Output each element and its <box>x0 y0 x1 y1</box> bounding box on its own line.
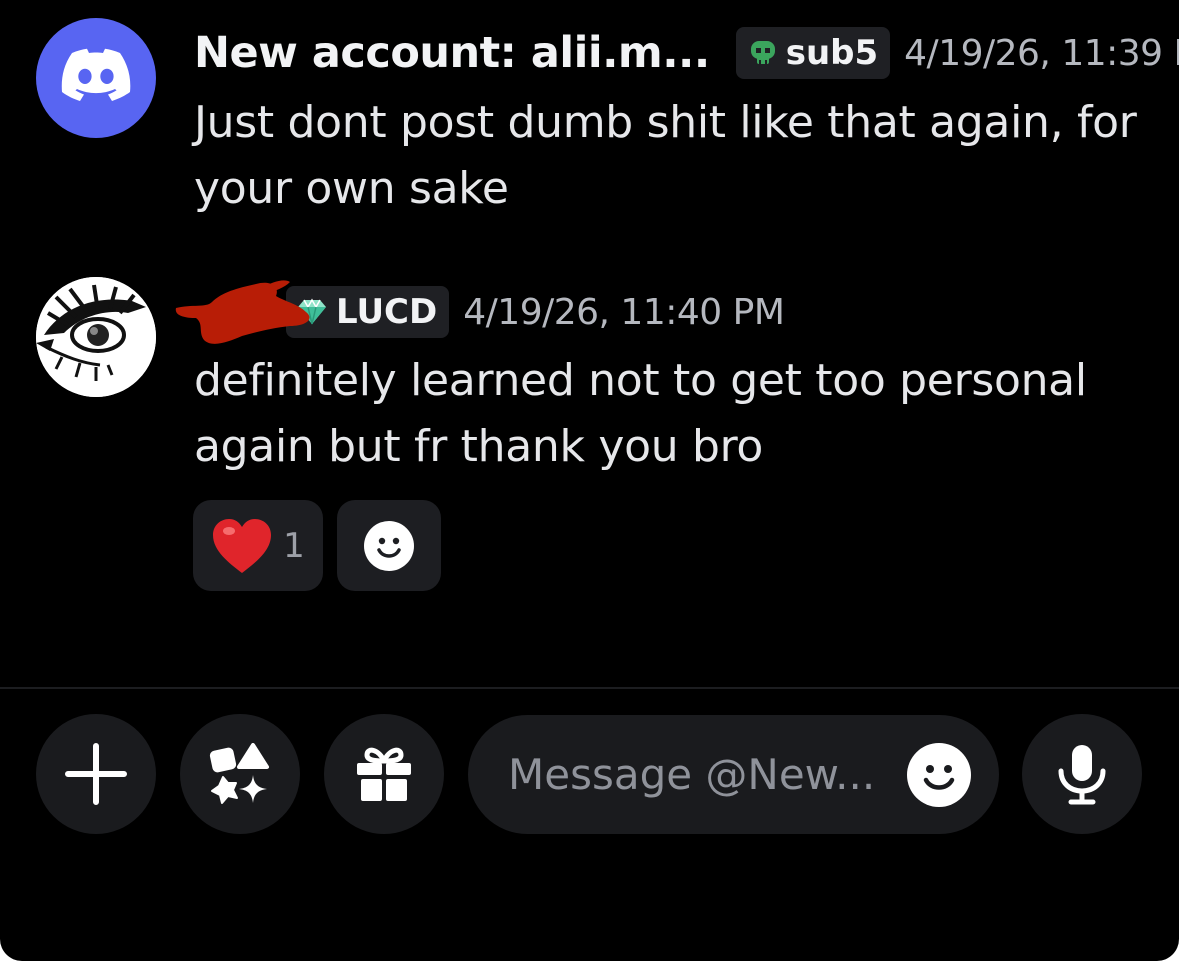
voice-message-button[interactable] <box>1022 714 1142 834</box>
composer-divider <box>0 687 1179 689</box>
attach-button[interactable] <box>36 714 156 834</box>
server-tag[interactable]: sub5 <box>735 27 891 79</box>
avatar-eye-artwork[interactable] <box>36 277 156 397</box>
message-composer[interactable] <box>468 715 999 834</box>
add-reaction-button[interactable] <box>337 500 441 591</box>
timestamp: 4/19/26, 11:39 PM <box>904 32 1179 74</box>
avatar-discord-logo[interactable] <box>36 18 156 138</box>
smiley-icon <box>364 520 414 571</box>
reactions-bar: 1 <box>193 500 441 591</box>
message-text: definitely learned not to get too person… <box>194 355 1087 472</box>
reaction-count: 1 <box>283 525 305 566</box>
message-header: New account: alii.m... sub5 4/19/26, 11:… <box>194 27 1179 79</box>
plus-icon <box>65 743 127 805</box>
apps-shapes-icon <box>209 743 269 804</box>
green-skull-icon <box>750 41 775 64</box>
apps-button[interactable] <box>180 714 300 834</box>
eye-artwork-avatar <box>36 277 156 397</box>
emoji-picker-button[interactable] <box>906 742 972 808</box>
server-tag-label: LUCD <box>336 292 438 332</box>
message-input[interactable] <box>508 743 888 805</box>
timestamp: 4/19/26, 11:40 PM <box>463 291 785 333</box>
username[interactable]: New account: alii.m... <box>194 28 710 78</box>
microphone-icon <box>1058 745 1106 805</box>
red-heart-icon <box>213 518 272 573</box>
gift-button[interactable] <box>324 714 444 834</box>
username-redaction-scribble <box>175 280 310 344</box>
gift-icon <box>357 747 411 801</box>
chat-screen: New account: alii.m... sub5 4/19/26, 11:… <box>0 0 1179 961</box>
server-tag-label: sub5 <box>785 33 879 73</box>
smiley-icon <box>907 743 971 807</box>
discord-logo-icon <box>61 48 131 101</box>
reaction-heart[interactable]: 1 <box>193 500 323 591</box>
message-text: Just dont post dumb shit like that again… <box>194 97 1137 214</box>
